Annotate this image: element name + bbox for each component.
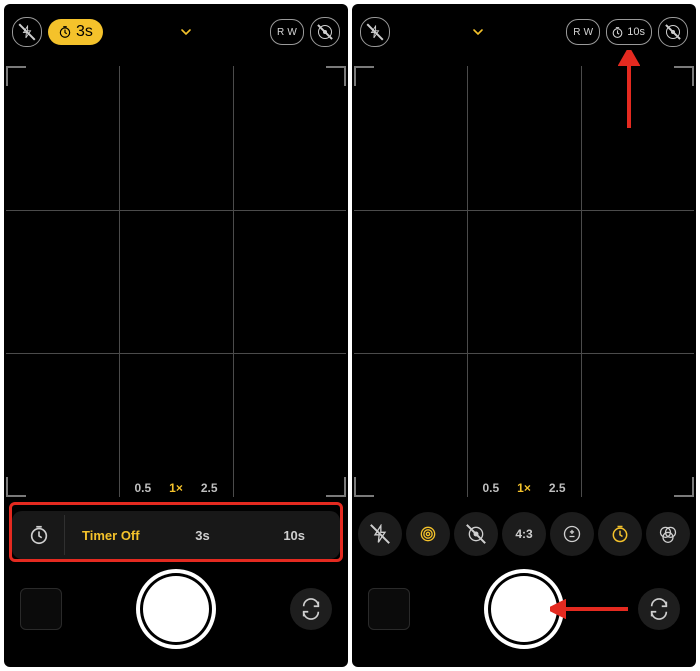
top-bar: 3s R W	[4, 4, 348, 60]
viewfinder[interactable]	[6, 66, 346, 497]
zoom-0_5[interactable]: 0.5	[482, 481, 499, 495]
timer-control[interactable]	[598, 512, 642, 556]
timer-icon	[58, 25, 72, 39]
live-photo-off-button[interactable]	[310, 17, 340, 47]
phone-right: R W 10s 0.5 1×	[352, 4, 696, 667]
timer-10s-option[interactable]: 10s	[248, 528, 340, 543]
filters-control[interactable]	[646, 512, 690, 556]
exposure-control[interactable]	[550, 512, 594, 556]
last-photo-thumbnail[interactable]	[368, 588, 410, 630]
timer-3s-option[interactable]: 3s	[157, 528, 249, 543]
switch-camera-button[interactable]	[638, 588, 680, 630]
exposure-icon	[562, 524, 582, 544]
timer-indicator-label: 10s	[627, 26, 645, 38]
zoom-1x[interactable]: 1×	[517, 481, 531, 495]
frame-corners	[6, 66, 346, 497]
annotation-arrow-up	[618, 50, 640, 128]
shutter-button[interactable]	[140, 573, 212, 645]
flash-control[interactable]	[358, 512, 402, 556]
aspect-label: 4:3	[515, 527, 532, 541]
switch-camera-icon	[300, 598, 322, 620]
zoom-2_5[interactable]: 2.5	[201, 481, 218, 495]
zoom-selector: 0.5 1× 2.5	[352, 481, 696, 495]
raw-label: R W	[277, 27, 297, 38]
night-mode-icon	[418, 524, 438, 544]
timer-picker-icon[interactable]	[14, 515, 65, 555]
viewfinder[interactable]	[354, 66, 694, 497]
timer-icon	[611, 26, 624, 39]
timer-icon	[610, 524, 630, 544]
raw-toggle[interactable]: R W	[566, 19, 600, 45]
live-photo-off-button[interactable]	[658, 17, 688, 47]
annotation-arrow-left	[550, 599, 628, 619]
switch-camera-button[interactable]	[290, 588, 332, 630]
expand-controls-button[interactable]	[171, 17, 201, 47]
zoom-selector: 0.5 1× 2.5	[4, 481, 348, 495]
timer-icon	[28, 524, 50, 546]
timer-picker: Timer Off 3s 10s	[12, 511, 340, 559]
live-photo-control[interactable]	[454, 512, 498, 556]
last-photo-thumbnail[interactable]	[20, 588, 62, 630]
flash-off-button[interactable]	[360, 17, 390, 47]
flash-off-button[interactable]	[12, 17, 42, 47]
phone-left: 3s R W 0.5 1× 2.	[4, 4, 348, 667]
chevron-down-icon	[178, 24, 194, 40]
zoom-2_5[interactable]: 2.5	[549, 481, 566, 495]
aspect-ratio-control[interactable]: 4:3	[502, 512, 546, 556]
top-bar: R W 10s	[352, 4, 696, 60]
expand-controls-button[interactable]	[463, 17, 493, 47]
timer-indicator-10s[interactable]: 10s	[606, 19, 652, 45]
frame-corners	[354, 66, 694, 497]
control-row: 4:3	[358, 509, 690, 559]
shutter-bar	[4, 569, 348, 649]
zoom-0_5[interactable]: 0.5	[134, 481, 151, 495]
raw-label: R W	[573, 27, 593, 38]
timer-badge-label: 3s	[76, 23, 93, 41]
raw-toggle[interactable]: R W	[270, 19, 304, 45]
shutter-bar	[352, 569, 696, 649]
chevron-down-icon	[470, 24, 486, 40]
timer-off-option[interactable]: Timer Off	[65, 528, 157, 543]
filters-icon	[658, 524, 678, 544]
night-mode-control[interactable]	[406, 512, 450, 556]
switch-camera-icon	[648, 598, 670, 620]
timer-badge[interactable]: 3s	[48, 19, 103, 45]
zoom-1x[interactable]: 1×	[169, 481, 183, 495]
